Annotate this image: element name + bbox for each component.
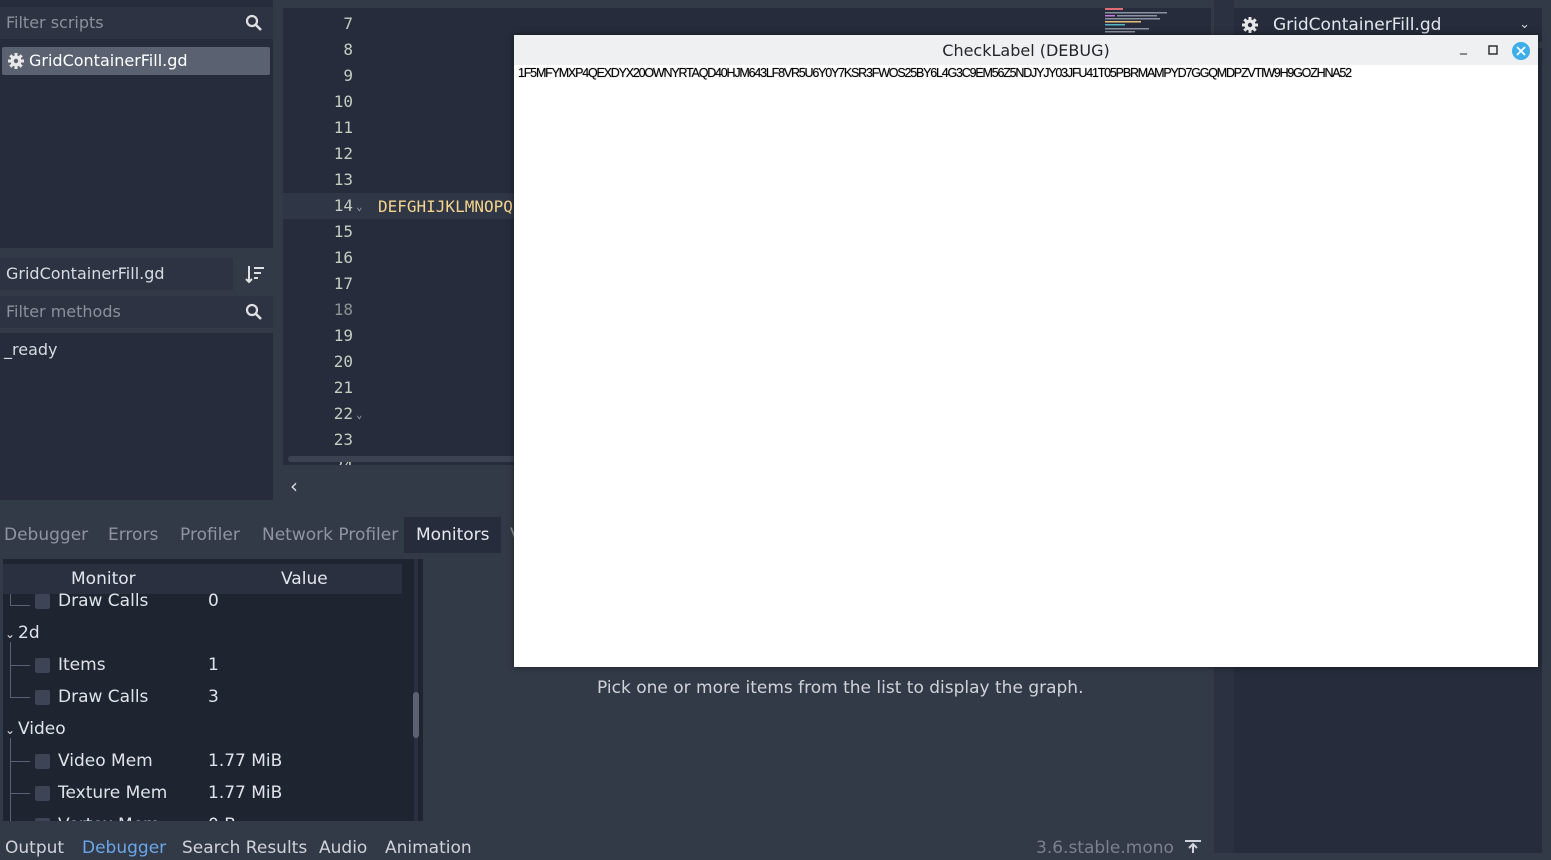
current-script-name: GridContainerFill.gd <box>0 258 233 290</box>
monitor-row[interactable]: Video Mem 1.77 MiB <box>3 745 403 777</box>
monitor-checkbox[interactable] <box>35 818 50 821</box>
check-label-text: 1F5MFYMXP4QEXDYX20OWNYRTAQD40HJM643LF8VR… <box>518 66 1352 80</box>
filter-scripts-field[interactable] <box>0 7 273 39</box>
fold-arrow-icon[interactable]: ⌄ <box>356 200 363 213</box>
gear-icon <box>1242 17 1258 33</box>
bottom-tab-output[interactable]: Output <box>5 836 64 860</box>
line-number: 9 <box>343 66 353 85</box>
line-number: 21 <box>333 378 353 397</box>
scripts-panel: GridContainerFill.gd <box>0 0 273 248</box>
line-number: 18 <box>333 300 353 319</box>
line-number: 16 <box>333 248 353 267</box>
filter-scripts-input[interactable] <box>6 13 206 32</box>
monitor-row[interactable]: Draw Calls 3 <box>3 681 403 713</box>
monitor-row[interactable]: Texture Mem 1.77 MiB <box>3 777 403 809</box>
inspector-title: GridContainerFill.gd <box>1273 15 1442 35</box>
sort-icon[interactable] <box>244 263 266 285</box>
monitor-group-2d[interactable]: ⌄ 2d <box>3 617 403 649</box>
bottom-tab-search-results[interactable]: Search Results <box>182 836 307 860</box>
debug-window[interactable]: CheckLabel (DEBUG) _ 1F5MFYMXP4QEXDYX20O… <box>514 35 1538 667</box>
line-number: 20 <box>333 352 353 371</box>
tab-monitors[interactable]: Monitors <box>404 517 502 553</box>
maximize-icon[interactable] <box>1488 45 1498 55</box>
methods-list: _ready <box>0 333 273 500</box>
graph-hint-text: Pick one or more items from the list to … <box>597 678 1084 698</box>
window-title: CheckLabel (DEBUG) <box>942 41 1110 60</box>
monitor-checkbox[interactable] <box>35 690 50 705</box>
filter-methods-input[interactable] <box>6 302 206 321</box>
monitor-checkbox[interactable] <box>35 754 50 769</box>
tab-network-profiler[interactable]: Network Profiler <box>262 517 398 553</box>
line-number: 8 <box>343 40 353 59</box>
method-item[interactable]: _ready <box>0 333 273 367</box>
line-number: 22 <box>333 404 353 423</box>
script-list-item[interactable]: GridContainerFill.gd <box>2 47 270 75</box>
monitor-checkbox[interactable] <box>35 658 50 673</box>
search-icon[interactable] <box>245 14 263 32</box>
script-item-label: GridContainerFill.gd <box>29 51 188 70</box>
monitor-row[interactable]: Vertex Mem 0 B <box>3 809 403 821</box>
expand-panel-icon[interactable] <box>1184 840 1202 853</box>
line-number: 11 <box>333 118 353 137</box>
monitor-row[interactable]: Items 1 <box>3 649 403 681</box>
window-titlebar[interactable]: CheckLabel (DEBUG) _ <box>514 35 1538 65</box>
line-number: 19 <box>333 326 353 345</box>
line-number: 23 <box>333 430 353 449</box>
bottom-tab-animation[interactable]: Animation <box>385 836 472 860</box>
close-icon[interactable] <box>1512 42 1530 60</box>
version-label: 3.6.stable.mono <box>1036 838 1174 858</box>
fold-arrow-icon[interactable]: ⌄ <box>356 408 363 421</box>
line-number: 15 <box>333 222 353 241</box>
line-number: 13 <box>333 170 353 189</box>
monitor-scroll-track <box>414 559 418 821</box>
code-line-14[interactable]: DEFGHIJKLMNOPQ <box>378 197 513 216</box>
code-minimap[interactable] <box>1105 8 1205 38</box>
monitor-row[interactable]: Draw Calls 0 <box>3 585 403 617</box>
line-number: 7 <box>343 14 353 33</box>
line-number: 17 <box>333 274 353 293</box>
line-number: 10 <box>333 92 353 111</box>
bottom-tab-debugger[interactable]: Debugger <box>82 836 166 860</box>
bottom-tab-audio[interactable]: Audio <box>319 836 367 860</box>
chevron-left-icon[interactable]: ‹ <box>290 474 298 498</box>
monitor-group-video[interactable]: ⌄ Video <box>3 713 403 745</box>
minimize-icon[interactable]: _ <box>1460 39 1467 55</box>
tab-debugger[interactable]: Debugger <box>4 517 88 553</box>
filter-methods-field[interactable] <box>0 296 273 328</box>
line-number: 12 <box>333 144 353 163</box>
tab-errors[interactable]: Errors <box>108 517 158 553</box>
tab-profiler[interactable]: Profiler <box>180 517 240 553</box>
monitor-checkbox[interactable] <box>35 786 50 801</box>
search-icon[interactable] <box>245 303 263 321</box>
monitor-checkbox[interactable] <box>35 594 50 609</box>
gear-icon <box>8 53 24 69</box>
line-number-current: 14 <box>333 196 353 215</box>
monitor-scrollbar[interactable] <box>413 692 419 738</box>
monitor-tree[interactable]: Monitor Value Draw Calls 0 ⌄ 2d Items 1 … <box>3 559 423 821</box>
